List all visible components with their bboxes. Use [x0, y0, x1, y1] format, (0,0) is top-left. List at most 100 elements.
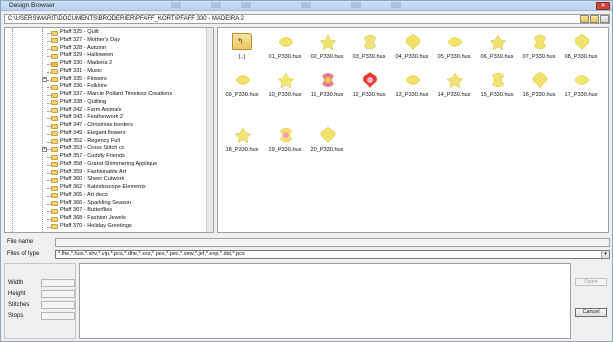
embroidery-thumbnail-icon — [532, 71, 548, 89]
view-options-icon[interactable] — [600, 15, 609, 23]
file-name-label: 01_P330.hus — [268, 54, 302, 60]
tree-item[interactable]: Pfaff 362 - Kaleidoscope Elements — [47, 184, 213, 192]
file-name-label: 09_P330.hus — [225, 92, 259, 98]
tree-item-label: Pfaff 330 - Madeira 2 — [60, 60, 113, 66]
tree-item[interactable]: + Pfaff 353 - Cross Stitch cc — [42, 145, 213, 153]
embroidery-thumbnail-icon — [405, 33, 421, 51]
tree-item[interactable]: Pfaff 325 - Quilt — [47, 29, 213, 37]
background-toolbar-ghost — [151, 1, 451, 10]
embroidery-thumbnail-icon — [446, 72, 464, 89]
tree-item[interactable]: Pfaff 343 - Featherwork 2 — [47, 114, 213, 122]
tree-item-label: Pfaff 336 - Folklore — [60, 83, 108, 90]
tree-item[interactable]: Pfaff 360 - Sheer Cutwork — [47, 176, 213, 184]
folder-icon — [51, 216, 58, 222]
stops-value — [41, 312, 75, 320]
design-browser-window: Design Browser ✕ C:\USERS\MARIT\DOCUMENT… — [0, 0, 613, 342]
file-name-label: 19_P330.hus — [268, 147, 302, 153]
folder-icon — [51, 154, 58, 160]
design-file-item[interactable]: 19_P330.hus — [263, 123, 307, 159]
design-file-item[interactable]: 02_P330.hus — [305, 30, 349, 66]
embroidery-thumbnail-icon — [321, 72, 335, 88]
tree-item[interactable]: Pfaff 367 - Butterflies — [47, 207, 213, 215]
design-file-item[interactable]: 10_P330.hus — [263, 68, 307, 104]
tree-item-label: Pfaff 338 - Quilting — [60, 98, 107, 105]
tree-item[interactable]: Pfaff 358 - Grand Shimmering Applique — [47, 161, 213, 169]
tree-item-label: Pfaff 360 - Sheer Cutwork — [60, 176, 125, 183]
design-file-item[interactable]: 18_P330.hus — [220, 123, 264, 159]
file-name-label: 04_P330.hus — [395, 54, 429, 60]
design-file-item[interactable]: 08_P330.hus — [559, 30, 603, 66]
tree-item[interactable]: Pfaff 359 - Fashionable Art — [47, 169, 213, 177]
open-button[interactable]: Open — [575, 278, 607, 286]
tree-item[interactable]: Pfaff 347 - Christmas borders — [47, 122, 213, 130]
tree-item-label: Pfaff 368 - Fashion Jewels — [60, 215, 126, 221]
parent-folder-item[interactable]: [..] — [220, 30, 264, 66]
design-file-item[interactable]: 04_P330.hus — [390, 30, 434, 66]
files-of-type-select[interactable]: *.fhe,*.hus,*.shv,*.vip,*.pcs,*.dhe,*.xx… — [55, 250, 610, 259]
file-name-label: 06_P330.hus — [480, 54, 514, 60]
tree-item[interactable]: Pfaff 366 - Sparkling Season — [47, 200, 213, 208]
design-file-item[interactable]: 11_P330.hus — [305, 68, 349, 104]
files-of-type-label: Files of type — [7, 251, 40, 257]
expand-icon[interactable]: + — [42, 146, 47, 152]
folder-icon — [51, 100, 58, 106]
folder-icon — [51, 162, 58, 168]
file-thumbnail-grid[interactable]: [..] 01_P330.hus 02_P330.hus 03_P330.hus 04_… — [217, 27, 609, 233]
folder-icon — [51, 131, 58, 137]
cancel-button[interactable]: Cancel — [575, 308, 607, 317]
design-file-item[interactable]: 06_P330.hus — [475, 30, 519, 66]
tree-item[interactable]: + Pfaff 335 - Flowers — [42, 76, 213, 84]
tree-item[interactable]: Pfaff 329 - Halloween — [47, 52, 213, 60]
embroidery-thumbnail-icon — [447, 37, 463, 47]
tree-item[interactable]: Pfaff 365 - Art deco — [47, 192, 213, 200]
folder-tree[interactable]: Pfaff 325 - Quilt Pfaff 327 - Mother's Da… — [4, 27, 214, 233]
embroidery-thumbnail-icon — [235, 75, 251, 85]
design-file-item[interactable]: 16_P330.hus — [517, 68, 561, 104]
tree-item[interactable]: Pfaff 331 - Music — [47, 68, 213, 76]
folder-icon — [51, 46, 58, 51]
file-name-label: 12_P330.hus — [352, 92, 386, 98]
close-button[interactable]: ✕ — [596, 2, 610, 10]
design-file-item[interactable]: 12_P330.hus — [347, 68, 391, 104]
embroidery-thumbnail-icon — [279, 127, 293, 143]
design-file-item[interactable]: 13_P330.hus — [390, 68, 434, 104]
folder-up-icon[interactable] — [580, 15, 589, 23]
folder-icon — [51, 84, 58, 90]
tree-item[interactable]: Pfaff 338 - Quilting — [47, 98, 213, 107]
design-file-item[interactable]: 17_P330.hus — [559, 68, 603, 104]
design-file-item[interactable]: 03_P330.hus — [347, 30, 391, 66]
tree-item[interactable]: Pfaff 357 - Cuddly Friends — [47, 153, 213, 161]
tree-item[interactable]: Pfaff 368 - Fashion Jewels — [47, 215, 213, 223]
design-file-item[interactable]: 01_P330.hus — [263, 30, 307, 66]
tree-item-label: Pfaff 362 - Kaleidoscope Elements — [60, 184, 146, 190]
tree-item[interactable]: Pfaff 327 - Mother's Day — [47, 37, 213, 45]
folder-icon — [51, 38, 58, 44]
tree-item[interactable]: Pfaff 337 - Marcie Pollard Timeless Crea… — [47, 91, 213, 99]
file-name-input[interactable] — [55, 238, 610, 247]
design-file-item[interactable]: 09_P330.hus — [220, 68, 264, 104]
embroidery-thumbnail-icon — [574, 75, 590, 85]
tree-item-label: Pfaff 347 - Christmas borders — [60, 122, 133, 128]
tree-item[interactable]: Pfaff 330 - Madeira 2 — [47, 60, 213, 68]
expand-icon[interactable]: + — [42, 77, 47, 82]
design-file-item[interactable]: 20_P330.hus — [305, 123, 349, 159]
design-file-item[interactable]: 14_P330.hus — [432, 68, 476, 104]
width-value — [41, 279, 75, 287]
tree-item[interactable]: Pfaff 336 - Folklore — [47, 83, 213, 91]
title-bar[interactable]: Design Browser ✕ — [1, 1, 612, 11]
tree-item[interactable]: Pfaff 352 - Regency Full — [47, 138, 213, 146]
tree-item[interactable]: Pfaff 370 - Holiday Greetings — [47, 223, 213, 231]
tree-scrollbar[interactable] — [206, 28, 213, 232]
design-file-item[interactable]: 15_P330.hus — [475, 68, 519, 104]
tree-item[interactable]: Pfaff 342 - Farm Animals — [47, 107, 213, 115]
file-name-label: 14_P330.hus — [437, 92, 471, 98]
design-file-item[interactable]: 07_P330.hus — [517, 30, 561, 66]
chevron-down-icon[interactable]: ▾ — [601, 251, 609, 258]
tree-item[interactable]: Pfaff 328 - Autumn — [47, 45, 213, 53]
tree-item[interactable]: Pfaff 349 - Elegant flowers — [47, 130, 213, 138]
path-bar: C:\USERS\MARIT\DOCUMENTS\BRODERIER\PFAFF… — [4, 14, 610, 24]
design-file-item[interactable]: 05_P330.hus — [432, 30, 476, 66]
embroidery-thumbnail-icon — [319, 34, 337, 51]
file-name-label: 11_P330.hus — [310, 92, 344, 98]
new-folder-icon[interactable] — [590, 15, 599, 23]
